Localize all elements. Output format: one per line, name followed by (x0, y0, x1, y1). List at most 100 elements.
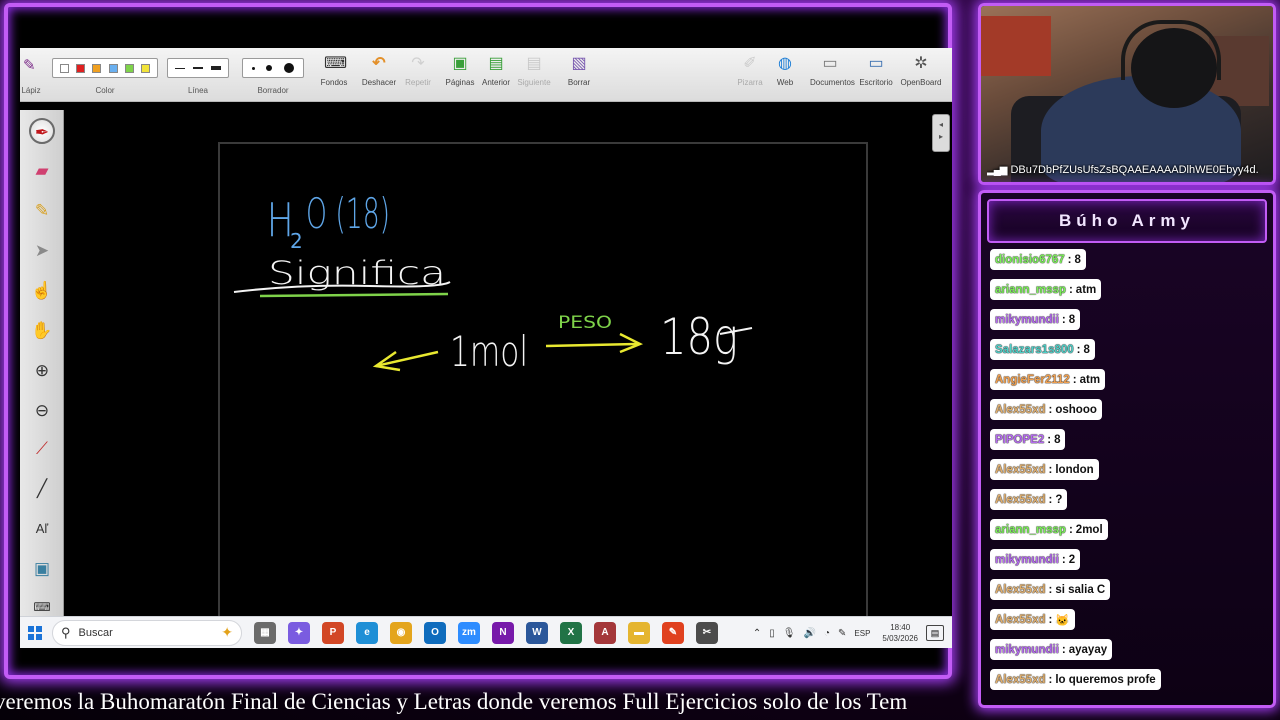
eraser-large[interactable] (284, 63, 295, 73)
copilot-app-icon[interactable]: ✦ (288, 621, 310, 644)
access-app-icon[interactable]: A (594, 621, 616, 644)
chat-username[interactable]: Alex55xd (995, 494, 1046, 506)
taskbar-apps: ▦ ✦ Pe ◉ Ozm N W X A ▬ ✎ ✂ (242, 621, 718, 644)
color-swatch[interactable] (59, 63, 69, 73)
chat-username[interactable]: dionisio6767 (995, 254, 1065, 266)
color-swatch[interactable] (108, 63, 118, 73)
color-swatch[interactable] (75, 63, 85, 73)
line-thin[interactable] (175, 67, 185, 69)
chat-message-text: atm (1075, 283, 1097, 296)
edge-app-icon[interactable]: e (356, 621, 378, 644)
windows-start-button[interactable] (24, 622, 46, 644)
chat-message-row: mikymundii:8 (990, 309, 1270, 339)
chevron-up-icon[interactable]: ⌃ (753, 628, 761, 639)
word-app-icon[interactable]: W (526, 621, 548, 644)
whiteboard-mode-label: Pizarra (737, 78, 763, 87)
chat-username[interactable]: Alex55xd (995, 674, 1046, 686)
excel-app-icon[interactable]: X (560, 621, 582, 644)
chat-username[interactable]: Alex55xd (995, 584, 1046, 596)
whiteboard-mode-button[interactable]: ✐ Pizarra (732, 54, 768, 98)
color-swatch[interactable] (92, 63, 102, 73)
text-tool-icon[interactable]: Aľ (29, 516, 55, 542)
pencil-tool[interactable]: ✎ Lápiz (20, 48, 42, 102)
line-tool-icon[interactable]: ╱ (29, 476, 55, 502)
openboard-menu-button[interactable]: ✲ OpenBoard (900, 54, 942, 98)
task-view-app-icon[interactable]: ▦ (254, 621, 276, 644)
pdf-reader-app-icon[interactable]: ✎ (662, 621, 684, 644)
chat-username[interactable]: mikymundii (995, 644, 1059, 656)
wifi-icon[interactable]: ◔ (824, 628, 830, 639)
onenote-app-icon[interactable]: N (492, 621, 514, 644)
documents-mode-button[interactable]: ▭ Documentos (810, 54, 855, 98)
chat-message-text: 2 (1068, 553, 1076, 566)
system-clock[interactable]: 18:40 5/03/2026 (882, 622, 918, 644)
zoom-out-icon[interactable]: ⊖ (29, 398, 55, 424)
color-swatches[interactable] (52, 58, 158, 78)
selector-tool-icon[interactable]: ➤ (29, 238, 55, 264)
eraser-size-picker[interactable]: Borrador (242, 48, 304, 102)
whiteboard-page[interactable]: H 2 O (18) Significa 1mol PESO 18g (218, 142, 868, 622)
chat-username[interactable]: AngieFer2112 (995, 374, 1070, 386)
pen-tool-icon[interactable]: ✒ (29, 118, 55, 144)
chat-message: Alex55xd: oshooo (990, 399, 1102, 420)
zoom-in-icon[interactable]: ⊕ (29, 358, 55, 384)
pages-button[interactable]: ▣ Páginas (442, 54, 478, 98)
clear-button[interactable]: ▧ Borrar (561, 54, 597, 98)
eraser-size-options[interactable] (242, 58, 304, 78)
chat-username[interactable]: Alex55xd (995, 464, 1046, 476)
outlook-app-icon[interactable]: O (424, 621, 446, 644)
taskbar-search[interactable]: ⚲ Buscar ✦ (52, 619, 242, 646)
interact-tool-icon[interactable]: ☝ (29, 278, 55, 304)
windows-taskbar: ⚲ Buscar ✦ ▦ ✦ Pe ◉ Ozm N W X A ▬ ✎ ✂ ⌃ ▯ 🎙 🔊 ◔ ✎ E… (20, 616, 952, 648)
line-width-picker[interactable]: Línea (167, 48, 229, 102)
desktop-icon: ▭ (868, 55, 884, 72)
previous-page-button[interactable]: ▤ Anterior (478, 54, 514, 98)
capture-tool-icon[interactable]: ▣ (29, 556, 55, 582)
snipping-app-icon[interactable]: ✂ (696, 621, 718, 644)
eraser-medium[interactable] (266, 65, 273, 71)
desktop-mode-button[interactable]: ▭ Escritorio (858, 54, 894, 98)
eraser-tool-icon[interactable]: ▰ (29, 158, 55, 184)
chat-message: Salazars1s800:8 (990, 339, 1095, 360)
next-page-button[interactable]: ▤ Siguiente (516, 54, 552, 98)
chat-message-text: 8 (1068, 313, 1076, 326)
color-swatch[interactable] (141, 63, 151, 73)
backgrounds-button[interactable]: ⌨ Fondos (316, 54, 352, 98)
volume-icon[interactable]: 🔊 (804, 628, 816, 639)
tray-app-icon[interactable]: ▯ (769, 628, 775, 639)
chat-username[interactable]: Alex55xd (995, 404, 1046, 416)
redo-button[interactable]: ↷ Repetir (400, 54, 436, 98)
toolbar-label-linea: Línea (187, 86, 209, 95)
undo-button[interactable]: ↶ Deshacer (361, 54, 397, 98)
chat-separator: : (1048, 673, 1053, 686)
chat-username[interactable]: mikymundii (995, 554, 1059, 566)
line-thick[interactable] (211, 66, 221, 70)
eraser-small[interactable] (251, 66, 255, 70)
chat-username[interactable]: ariann_mssp (995, 524, 1066, 536)
redo-icon: ↷ (411, 55, 425, 72)
pen-menu-icon[interactable]: ✎ (838, 628, 846, 639)
chat-username[interactable]: mikymundii (995, 314, 1059, 326)
microphone-icon[interactable]: 🎙 (783, 628, 796, 639)
file-explorer-app-icon[interactable]: ▬ (628, 621, 650, 644)
line-medium[interactable] (193, 67, 203, 69)
laser-pointer-icon[interactable]: ⟋ (29, 436, 55, 462)
webcam-frame: ▂▄▆ DBu7DbPfZUsUfsZsBQAAEAAAADlhWE0Ebyy4d… (978, 3, 1276, 185)
zoom-app-icon[interactable]: zm (458, 621, 480, 644)
line-width-options[interactable] (167, 58, 229, 78)
hand-tool-icon[interactable]: ✋ (29, 318, 55, 344)
color-picker[interactable]: Color (52, 48, 158, 102)
chat-username[interactable]: ariann_mssp (995, 284, 1066, 296)
language-indicator[interactable]: ESP (854, 629, 870, 638)
powerpoint-red-app-icon[interactable]: P (322, 621, 344, 644)
highlighter-tool-icon[interactable]: ✎ (29, 198, 55, 224)
notification-center-icon[interactable]: ▤ (926, 625, 944, 641)
toolbar-collapse-handle[interactable]: ◂ ▸ (932, 114, 950, 152)
chat-username[interactable]: PIPOPE2 (995, 434, 1044, 446)
chrome-app-icon[interactable]: ◉ (390, 621, 412, 644)
chat-username[interactable]: Salazars1s800 (995, 344, 1074, 356)
color-swatch[interactable] (124, 63, 134, 73)
chat-username[interactable]: Alex55xd (995, 614, 1046, 626)
chat-message: ariann_mssp:2mol (990, 519, 1108, 540)
web-mode-button[interactable]: ◍ Web (767, 54, 803, 98)
